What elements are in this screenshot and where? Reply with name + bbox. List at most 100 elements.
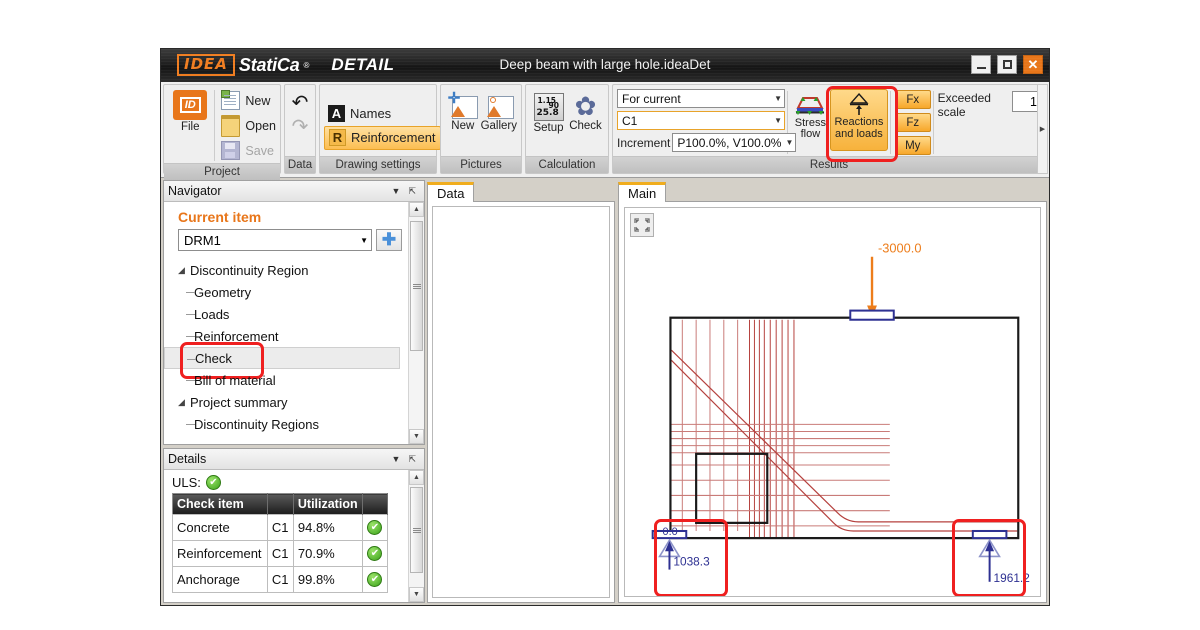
scroll-up-icon[interactable]: ▲: [409, 470, 424, 485]
picture-new-button[interactable]: ✛ New: [445, 91, 481, 132]
cell-combination: C1: [266, 540, 294, 567]
details-collapse-icon[interactable]: ▼: [388, 454, 405, 464]
ribbon-group-results-title: Results: [613, 156, 1045, 173]
ribbon-group-project-title: Project: [164, 163, 280, 180]
tab-main[interactable]: Main: [618, 182, 667, 202]
check-button[interactable]: ✿ Check: [567, 91, 604, 132]
redo-button: ↷: [287, 115, 313, 139]
add-item-button[interactable]: ✚: [376, 229, 402, 251]
cell-utilization: 99.8%: [292, 566, 363, 593]
load-value-label: -3000.0: [878, 241, 922, 256]
details-scroll-thumb[interactable]: [410, 487, 423, 573]
details-content: ULS: ✔ Check item Utilization Concrete C…: [164, 470, 408, 602]
maximize-button[interactable]: [997, 55, 1017, 74]
setup-button[interactable]: 1.15 90 25.8 Setup: [530, 91, 567, 134]
tree-connector: [186, 380, 195, 381]
zoom-to-fit-button[interactable]: [630, 213, 654, 237]
divider: [889, 91, 891, 154]
details-scroll-track[interactable]: [409, 485, 424, 587]
tree-item-label: Geometry: [194, 284, 252, 300]
scroll-down-icon[interactable]: ▼: [409, 429, 424, 444]
table-row[interactable]: Anchorage C1 99.8% ✔: [172, 566, 389, 593]
picture-gallery-button[interactable]: Gallery: [481, 91, 517, 132]
ribbon-group-drawing-settings: A Names R Reinforcement Drawing settings: [319, 84, 441, 174]
current-item-combo[interactable]: DRM1 ▼: [178, 229, 372, 251]
file-button[interactable]: ID File: [168, 88, 212, 133]
increment-combo[interactable]: P100.0%, V100.0% ▼: [672, 133, 797, 152]
minimize-button[interactable]: [971, 55, 991, 74]
ribbon-overflow-button[interactable]: ▶: [1037, 84, 1048, 174]
tree-item-check[interactable]: Check: [164, 347, 400, 369]
navigator-scroll-track[interactable]: [409, 217, 424, 429]
cell-combination: C1: [266, 514, 294, 541]
navigator-pin-icon[interactable]: ⇱: [404, 186, 420, 197]
table-row[interactable]: Reinforcement C1 70.9% ✔: [172, 540, 389, 567]
setup-icon-value-3: 25.8: [536, 108, 559, 118]
cell-utilization: 94.8%: [292, 514, 363, 541]
vertical-stirrups-dense: [749, 319, 795, 538]
scroll-down-icon[interactable]: ▼: [409, 587, 424, 602]
drawing-canvas[interactable]: -3000.0 0.0 1038.3 1961.2: [624, 207, 1041, 597]
tabstrip-filler: [474, 182, 615, 202]
fx-button[interactable]: Fx: [894, 90, 931, 109]
stress-flow-button[interactable]: Stress flow: [792, 89, 829, 140]
tree-connector: [187, 359, 196, 360]
column-header-status: [362, 493, 389, 515]
data-tab-body: [427, 202, 615, 603]
navigator-scroll-thumb[interactable]: [410, 221, 423, 351]
chevron-down-icon: ▼: [774, 94, 782, 103]
tree-item-label: Discontinuity Regions: [194, 416, 320, 432]
details-header: Details ▼ ⇱: [164, 449, 424, 470]
tree-item-loads[interactable]: Loads: [164, 303, 408, 325]
open-button[interactable]: Open: [219, 113, 276, 138]
tree-node-discontinuity-region[interactable]: ◢ Discontinuity Region: [164, 259, 408, 281]
status-badge: ✔: [367, 520, 383, 535]
reactions-support-icon: [849, 92, 869, 115]
cell-status: ✔: [361, 566, 389, 593]
chevron-down-icon: ▼: [785, 138, 794, 147]
tab-data[interactable]: Data: [427, 182, 475, 202]
folder-open-icon: [221, 114, 241, 137]
names-toggle-label: Names: [350, 106, 392, 121]
expander-icon[interactable]: ◢: [178, 265, 190, 276]
table-row[interactable]: Concrete C1 94.8% ✔: [172, 514, 389, 541]
scroll-grip: [412, 527, 421, 533]
tabstrip-filler: [666, 182, 1047, 202]
reinforcement-toggle[interactable]: R Reinforcement: [324, 125, 441, 150]
data-panel-content[interactable]: [432, 206, 610, 598]
calculation-setup-icon: 1.15 90 25.8: [533, 93, 564, 121]
left-dock: Navigator ▼ ⇱ Current item DRM1 ▼ ✚ ◢ Di…: [163, 180, 425, 603]
tree-item-reinforcement[interactable]: Reinforcement: [164, 325, 408, 347]
navigator-header: Navigator ▼ ⇱: [164, 181, 424, 202]
zoom-to-fit-icon: [634, 218, 650, 232]
fz-button[interactable]: Fz: [894, 113, 931, 132]
increment-value: P100.0%, V100.0%: [677, 135, 782, 150]
close-button[interactable]: ✕: [1023, 55, 1043, 74]
tree-item-geometry[interactable]: Geometry: [164, 281, 408, 303]
save-button-label: Save: [245, 143, 274, 158]
navigator-collapse-icon[interactable]: ▼: [388, 186, 405, 196]
tree-item-label: Loads: [194, 306, 230, 322]
results-scope-combo[interactable]: For current ▼: [617, 89, 785, 108]
reactions-and-loads-button[interactable]: Reactions and loads: [829, 89, 888, 151]
scroll-up-icon[interactable]: ▲: [409, 202, 424, 217]
ribbon-group-pictures: ✛ New Gallery Pictures: [440, 84, 522, 174]
details-panel: Details ▼ ⇱ ULS: ✔ Check item Utilizatio…: [163, 448, 425, 603]
my-button[interactable]: My: [894, 136, 931, 155]
details-scrollbar[interactable]: ▲ ▼: [408, 470, 424, 602]
results-combination-combo[interactable]: C1 ▼: [617, 111, 785, 130]
details-pin-icon[interactable]: ⇱: [404, 454, 420, 465]
tree-item-label: Reinforcement: [194, 328, 279, 344]
top-bearing-plate: [849, 309, 895, 321]
new-button[interactable]: New: [219, 88, 276, 113]
tree-item-discontinuity-regions[interactable]: Discontinuity Regions: [164, 413, 408, 435]
navigator-tree: ◢ Discontinuity Region Geometry Loads Re…: [164, 251, 408, 435]
names-toggle[interactable]: A Names: [324, 102, 395, 126]
navigator-scrollbar[interactable]: ▲ ▼: [408, 202, 424, 444]
tree-node-project-summary[interactable]: ◢ Project summary: [164, 391, 408, 413]
picture-mountain: [450, 106, 465, 117]
screenshot-root: IDEA StatiCa ® DETAIL Deep beam with lar…: [0, 0, 1200, 630]
expander-icon[interactable]: ◢: [178, 397, 190, 408]
undo-button[interactable]: ↶: [287, 91, 313, 115]
tree-item-bill-of-material[interactable]: Bill of material: [164, 369, 408, 391]
